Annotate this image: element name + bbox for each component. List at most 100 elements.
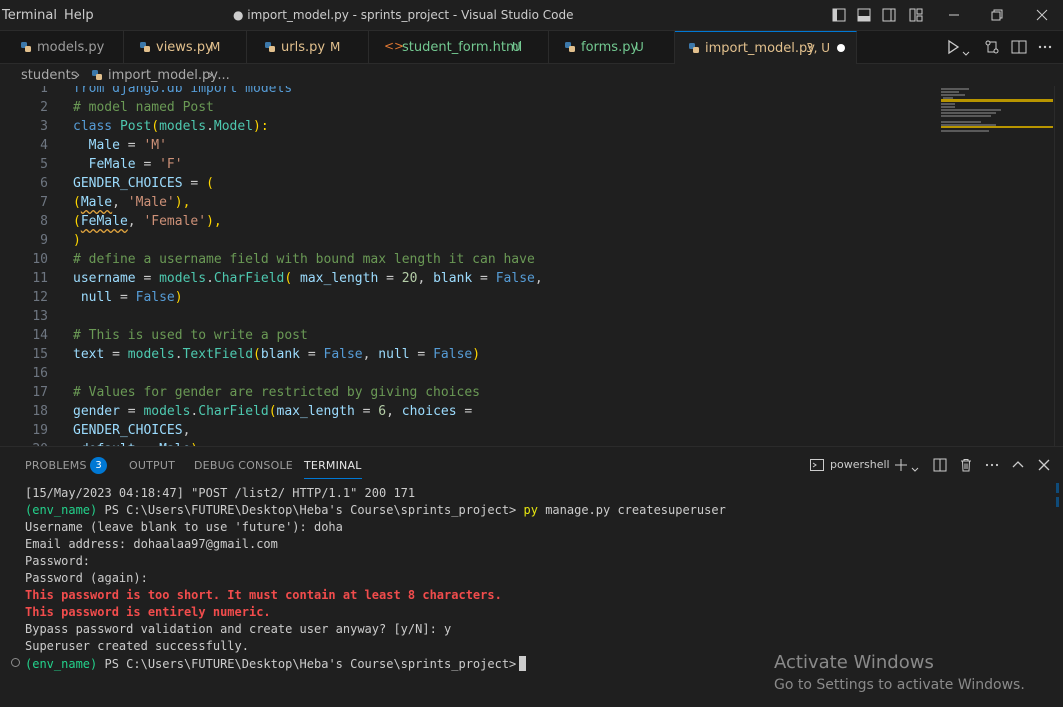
- line-number: 17: [32, 385, 48, 400]
- line-number: 6: [40, 176, 48, 191]
- more-actions-icon[interactable]: [1036, 38, 1054, 56]
- code-line[interactable]: ): [73, 233, 81, 248]
- code-token: CharField: [198, 404, 269, 419]
- code-token: =: [378, 271, 402, 286]
- terminal-error-line: This password is entirely numeric.: [25, 605, 271, 619]
- code-line[interactable]: gender = models.CharField(max_length = 6…: [73, 404, 472, 419]
- env-name: (env_name): [25, 657, 98, 671]
- terminal-dropdown-icon[interactable]: [910, 460, 920, 472]
- code-line[interactable]: GENDER_CHOICES,: [73, 423, 190, 438]
- run-dropdown-icon[interactable]: [961, 44, 971, 56]
- minimize-icon[interactable]: [944, 5, 964, 25]
- customize-layout-icon[interactable]: [906, 5, 926, 25]
- close-window-icon[interactable]: [1032, 5, 1052, 25]
- tab-label: views.py: [156, 40, 213, 55]
- line-number: 8: [40, 214, 48, 229]
- code-token: username: [73, 271, 136, 286]
- toggle-primary-sidebar-icon[interactable]: [829, 5, 849, 25]
- code-token: =: [104, 347, 128, 362]
- code-line[interactable]: # Values for gender are restricted by gi…: [73, 385, 480, 400]
- breadcrumb-symbols[interactable]: › ...: [208, 68, 230, 83]
- breadcrumb-file[interactable]: import_model.py: [108, 68, 218, 83]
- shell-name[interactable]: powershell: [830, 458, 890, 471]
- code-token: (: [253, 347, 261, 362]
- line-number: 2: [40, 100, 48, 115]
- code-token: blank: [433, 271, 473, 286]
- prompt-path: PS C:\Users\FUTURE\Desktop\Heba's Course…: [97, 657, 517, 671]
- code-token: ): [174, 290, 183, 305]
- code-token: 6: [378, 404, 387, 419]
- tab-label: urls.py: [281, 40, 326, 55]
- code-editor[interactable]: 1 from django.db import models 2 # model na…: [0, 86, 1063, 446]
- code-token: GENDER_CHOICES: [73, 423, 183, 438]
- more-icon[interactable]: [984, 457, 1000, 473]
- code-line[interactable]: class Post(models.Model):: [73, 119, 269, 134]
- tab-urls-py[interactable]: urls.py M: [247, 31, 369, 64]
- unsaved-dot-icon[interactable]: [837, 44, 845, 52]
- minimap[interactable]: [938, 86, 1054, 146]
- env-name: (env_name): [25, 503, 98, 517]
- tab-debug-console[interactable]: DEBUG CONSOLE: [194, 459, 293, 472]
- code-line[interactable]: # model named Post: [73, 100, 214, 115]
- toggle-secondary-sidebar-icon[interactable]: [879, 5, 899, 25]
- new-terminal-icon[interactable]: [893, 457, 909, 473]
- code-token: ): [472, 347, 481, 362]
- code-token: ):: [253, 119, 269, 134]
- breadcrumb-separator: ›: [75, 68, 81, 83]
- code-token: blank: [260, 347, 301, 362]
- python-file-icon: [688, 42, 700, 54]
- terminal-prompt-line[interactable]: (env_name) PS C:\Users\FUTURE\Desktop\He…: [25, 656, 527, 671]
- code-line[interactable]: Male = 'M': [73, 138, 167, 153]
- menu-help[interactable]: Help: [64, 8, 94, 23]
- code-token: # This is used to write a post: [73, 328, 308, 343]
- code-line[interactable]: text = models.TextField(blank = False, n…: [73, 347, 480, 362]
- close-panel-icon[interactable]: [1036, 457, 1052, 473]
- tab-terminal[interactable]: TERMINAL: [304, 459, 362, 479]
- code-token: =: [135, 157, 160, 172]
- tab-models-py[interactable]: models.py: [0, 31, 124, 64]
- tab-views-py[interactable]: views.py M: [124, 31, 247, 64]
- git-status-badge: 3, U: [806, 41, 831, 55]
- code-token: 'F': [159, 157, 183, 172]
- code-line[interactable]: (FeMale, 'Female'),: [73, 214, 222, 229]
- code-line[interactable]: # This is used to write a post: [73, 328, 308, 343]
- code-token: 'M': [143, 138, 167, 153]
- html-file-icon: <>: [384, 39, 405, 53]
- tab-output[interactable]: OUTPUT: [129, 459, 175, 472]
- line-number: 16: [32, 366, 48, 381]
- code-token: null: [73, 290, 113, 305]
- menu-terminal[interactable]: Terminal: [2, 8, 57, 23]
- code-line[interactable]: GENDER_CHOICES = (: [73, 176, 214, 191]
- code-token: gender: [73, 404, 120, 419]
- tab-problems[interactable]: PROBLEMS: [25, 459, 87, 472]
- code-line[interactable]: null = False): [73, 290, 183, 305]
- code-line[interactable]: (Male, 'Male'),: [73, 195, 190, 210]
- line-number: 19: [32, 423, 48, 438]
- run-icon[interactable]: [944, 38, 962, 56]
- split-terminal-icon[interactable]: [932, 457, 948, 473]
- editor-scrollbar[interactable]: [1054, 86, 1063, 446]
- tab-forms-py[interactable]: forms.py U: [549, 31, 675, 64]
- code-line[interactable]: # define a username field with bound max…: [73, 252, 535, 267]
- terminal-icon[interactable]: [809, 457, 825, 473]
- code-token: class: [73, 119, 120, 134]
- code-line[interactable]: FeMale = 'F': [73, 157, 183, 172]
- code-token: =: [300, 347, 324, 362]
- open-changes-icon[interactable]: [983, 38, 1001, 56]
- split-editor-icon[interactable]: [1010, 38, 1028, 56]
- line-number: 10: [32, 252, 48, 267]
- terminal-cursor: [519, 656, 527, 671]
- code-line[interactable]: username = models.CharField( max_length …: [73, 271, 543, 286]
- maximize-panel-icon[interactable]: [1010, 457, 1026, 473]
- code-token: ,: [112, 195, 128, 210]
- python-file-icon: [264, 41, 276, 53]
- code-line[interactable]: from django.db import models: [73, 86, 292, 96]
- breadcrumb-folder[interactable]: students: [21, 68, 77, 83]
- trash-icon[interactable]: [958, 457, 974, 473]
- line-number: 4: [40, 138, 48, 153]
- toggle-panel-icon[interactable]: [854, 5, 874, 25]
- code-token: ,: [417, 271, 434, 286]
- tab-student-form-html[interactable]: <> student_form.html U: [369, 31, 549, 64]
- restore-icon[interactable]: [987, 5, 1007, 25]
- tab-import-model-py[interactable]: import_model.py 3, U: [675, 31, 857, 64]
